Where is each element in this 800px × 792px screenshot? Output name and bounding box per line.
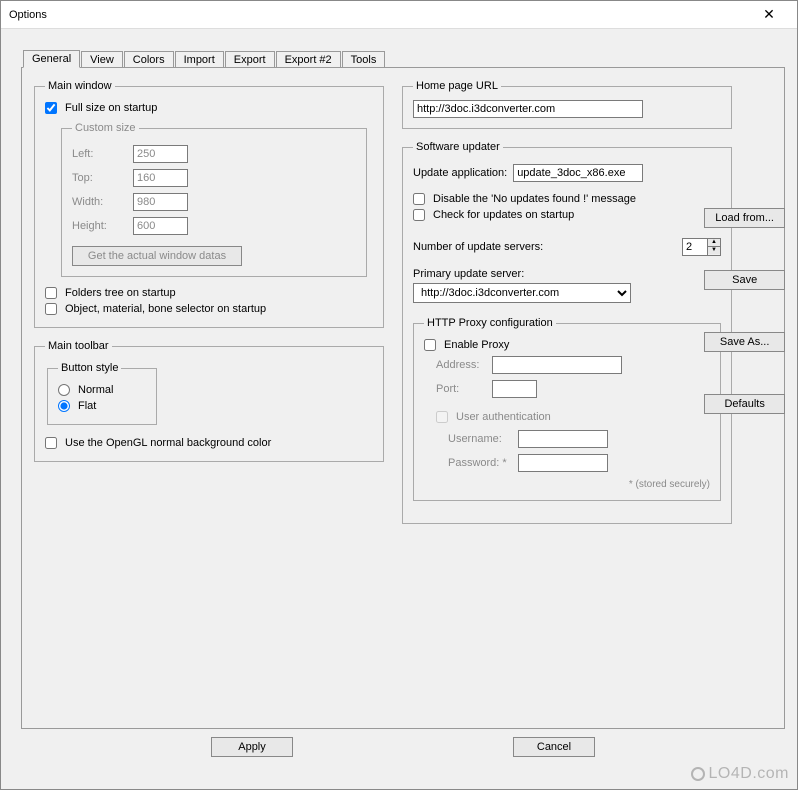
proxy-auth-checkbox[interactable]	[436, 411, 448, 423]
tab-general[interactable]: General	[23, 50, 80, 68]
proxy-user-input[interactable]	[518, 430, 608, 448]
tab-panel-general: Main window Full size on startup Custom …	[21, 67, 785, 729]
group-button-style-legend: Button style	[58, 362, 121, 374]
object-selector-label: Object, material, bone selector on start…	[65, 303, 266, 315]
group-home-url: Home page URL	[402, 80, 732, 129]
height-input[interactable]	[133, 217, 188, 235]
proxy-auth-label: User authentication	[456, 411, 551, 423]
primary-server-label: Primary update server:	[413, 268, 524, 280]
disable-msg-checkbox[interactable]	[413, 193, 425, 205]
top-label: Top:	[72, 172, 127, 184]
group-software-updater: Software updater Update application: Dis…	[402, 141, 732, 524]
proxy-port-input[interactable]	[492, 380, 537, 398]
save-as-button[interactable]: Save As...	[704, 332, 785, 352]
width-label: Width:	[72, 196, 127, 208]
group-main-toolbar: Main toolbar Button style Normal Flat	[34, 340, 384, 462]
tab-strip: General View Colors Import Export Export…	[23, 49, 785, 67]
check-startup-label: Check for updates on startup	[433, 209, 574, 221]
window-title: Options	[9, 9, 749, 21]
folders-tree-label: Folders tree on startup	[65, 287, 176, 299]
opengl-bg-label: Use the OpenGL normal background color	[65, 437, 271, 449]
home-url-input[interactable]	[413, 100, 643, 118]
folders-tree-checkbox[interactable]	[45, 287, 57, 299]
get-actual-window-button[interactable]: Get the actual window datas	[72, 246, 242, 266]
group-custom-size: Custom size Left: Top: Width:	[61, 122, 367, 277]
defaults-button[interactable]: Defaults	[704, 394, 785, 414]
group-main-toolbar-legend: Main toolbar	[45, 340, 112, 352]
tab-export-2[interactable]: Export #2	[276, 51, 341, 68]
left-input[interactable]	[133, 145, 188, 163]
watermark: LO4D.com	[691, 765, 789, 783]
close-icon[interactable]: ✕	[749, 6, 789, 23]
style-flat-radio[interactable]	[58, 400, 70, 412]
tab-colors[interactable]: Colors	[124, 51, 174, 68]
watermark-icon	[691, 767, 705, 781]
group-proxy-legend: HTTP Proxy configuration	[424, 317, 556, 329]
top-input[interactable]	[133, 169, 188, 187]
height-label: Height:	[72, 220, 127, 232]
group-proxy: HTTP Proxy configuration Enable Proxy Ad…	[413, 317, 721, 501]
style-normal-radio[interactable]	[58, 384, 70, 396]
tab-tools[interactable]: Tools	[342, 51, 386, 68]
proxy-note: * (stored securely)	[424, 479, 710, 490]
group-button-style: Button style Normal Flat	[47, 362, 157, 425]
group-home-url-legend: Home page URL	[413, 80, 501, 92]
primary-server-select[interactable]: http://3doc.i3dconverter.com	[413, 283, 631, 303]
enable-proxy-checkbox[interactable]	[424, 339, 436, 351]
left-label: Left:	[72, 148, 127, 160]
options-dialog: Options ✕ General View Colors Import Exp…	[0, 0, 798, 790]
opengl-bg-checkbox[interactable]	[45, 437, 57, 449]
apply-button[interactable]: Apply	[211, 737, 293, 757]
group-custom-size-legend: Custom size	[72, 122, 139, 134]
load-from-button[interactable]: Load from...	[704, 208, 785, 228]
group-main-window: Main window Full size on startup Custom …	[34, 80, 384, 328]
object-selector-checkbox[interactable]	[45, 303, 57, 315]
check-startup-checkbox[interactable]	[413, 209, 425, 221]
group-main-window-legend: Main window	[45, 80, 115, 92]
width-input[interactable]	[133, 193, 188, 211]
cancel-button[interactable]: Cancel	[513, 737, 595, 757]
proxy-address-input[interactable]	[492, 356, 622, 374]
proxy-pass-input[interactable]	[518, 454, 608, 472]
save-button[interactable]: Save	[704, 270, 785, 290]
group-software-updater-legend: Software updater	[413, 141, 503, 153]
enable-proxy-label: Enable Proxy	[444, 339, 509, 351]
style-flat-label: Flat	[78, 400, 96, 412]
proxy-address-label: Address:	[436, 359, 486, 371]
proxy-port-label: Port:	[436, 383, 486, 395]
tab-export[interactable]: Export	[225, 51, 275, 68]
update-app-input[interactable]	[513, 164, 643, 182]
titlebar: Options ✕	[1, 1, 797, 29]
watermark-text: LO4D.com	[709, 765, 789, 783]
disable-msg-label: Disable the 'No updates found !' message	[433, 193, 636, 205]
num-servers-label: Number of update servers:	[413, 241, 543, 253]
full-size-label: Full size on startup	[65, 102, 157, 114]
proxy-user-label: Username:	[448, 433, 512, 445]
update-app-label: Update application:	[413, 167, 507, 179]
style-normal-label: Normal	[78, 384, 113, 396]
proxy-pass-label: Password: *	[448, 457, 512, 469]
tab-import[interactable]: Import	[175, 51, 224, 68]
tab-view[interactable]: View	[81, 51, 123, 68]
full-size-checkbox[interactable]	[45, 102, 57, 114]
